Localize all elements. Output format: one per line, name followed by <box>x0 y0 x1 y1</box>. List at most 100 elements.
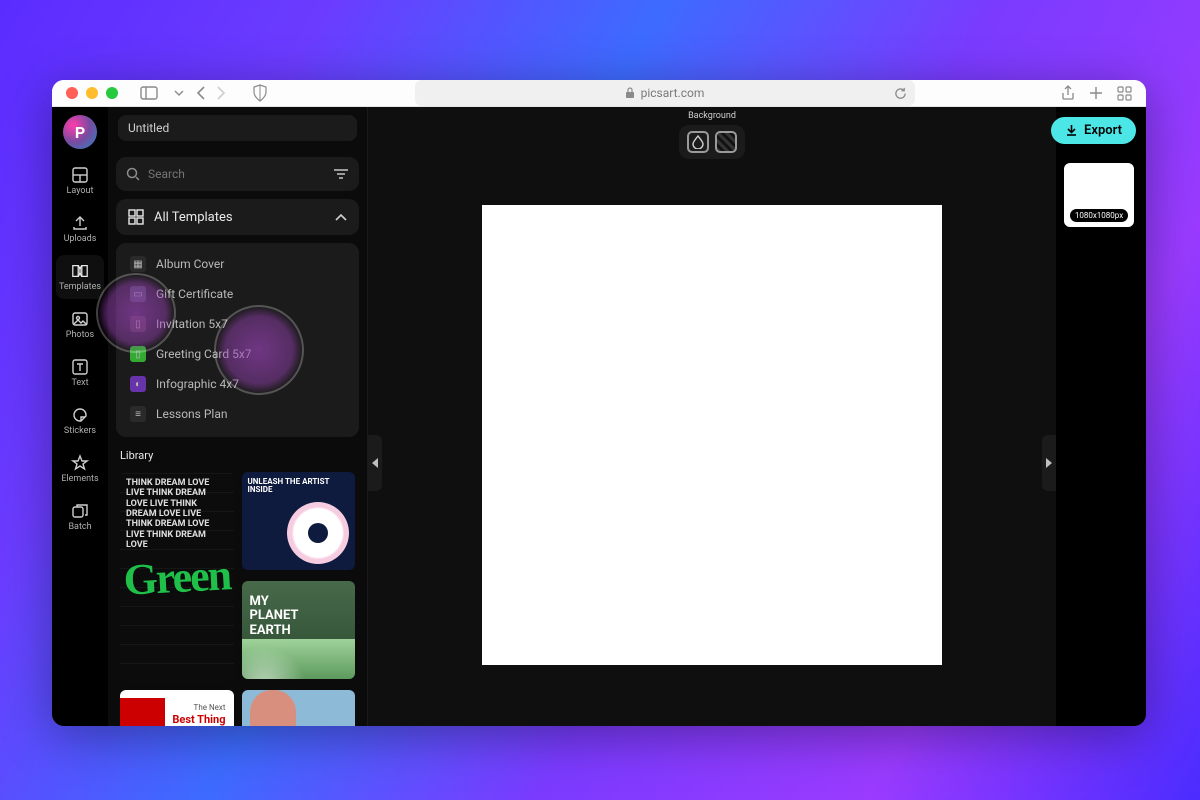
red-band <box>120 698 165 726</box>
nav-back-button[interactable] <box>196 86 206 100</box>
template-thumb[interactable]: The Next Best Thing VISIT OUR SALON <box>120 690 234 726</box>
photos-icon <box>71 310 89 328</box>
rail-elements[interactable]: Elements <box>56 447 104 491</box>
template-thumb[interactable]: NEW SEASON <box>242 690 356 726</box>
thumb-title: Green <box>120 472 234 682</box>
sidebar-toggle-button[interactable] <box>136 82 162 104</box>
download-icon <box>1065 124 1078 137</box>
close-window-button[interactable] <box>66 87 78 99</box>
search-icon <box>126 167 140 181</box>
donut-illustration <box>287 502 349 564</box>
canvas-area: Background <box>368 107 1056 726</box>
minimize-window-button[interactable] <box>86 87 98 99</box>
template-thumb[interactable]: THINK DREAM LOVE LIVE THINK DREAM LOVE L… <box>120 472 234 682</box>
template-categories: ▦ Album Cover ▭ Gift Certificate ▯ Invitati… <box>116 243 359 437</box>
thumb-title: The Next Best Thing <box>172 700 225 726</box>
rail-uploads[interactable]: Uploads <box>56 207 104 251</box>
star-icon <box>71 454 89 472</box>
address-bar-host: picsart.com <box>641 86 705 100</box>
thumb-title: MY PLANET EARTH <box>250 595 299 638</box>
all-templates-toggle[interactable]: All Templates <box>116 199 359 235</box>
layout-icon <box>71 166 89 184</box>
rail-label: Elements <box>61 474 98 484</box>
text-icon <box>71 358 89 376</box>
window-controls <box>66 87 118 99</box>
rail-stickers[interactable]: Stickers <box>56 399 104 443</box>
all-templates-label: All Templates <box>154 210 233 225</box>
rail-label: Templates <box>59 282 101 292</box>
rail-batch[interactable]: Batch <box>56 495 104 539</box>
filter-icon[interactable] <box>333 168 349 180</box>
template-thumb[interactable]: MY PLANET EARTH <box>242 581 356 679</box>
page-thumbnail-canvas <box>1069 168 1129 206</box>
rail-layout[interactable]: Layout <box>56 159 104 203</box>
background-pattern-chip[interactable] <box>715 131 737 153</box>
privacy-shield-icon[interactable] <box>252 84 268 102</box>
grid-icon <box>128 209 144 225</box>
search-input[interactable] <box>148 167 325 181</box>
app-logo[interactable]: P <box>63 115 97 149</box>
template-thumb[interactable]: UNLEASH THE ARTIST INSIDE <box>242 472 356 570</box>
templates-panel: All Templates ▦ Album Cover ▭ Gift Certifi… <box>108 107 368 726</box>
category-label: Gift Certificate <box>156 287 233 301</box>
nav-forward-button[interactable] <box>216 86 226 100</box>
project-title-input[interactable] <box>118 115 357 141</box>
rail-label: Stickers <box>64 426 96 436</box>
maximize-window-button[interactable] <box>106 87 118 99</box>
tool-rail: P Layout Uploads Templates Photos Text <box>52 107 108 726</box>
category-album-cover[interactable]: ▦ Album Cover <box>120 249 355 279</box>
stickers-icon <box>71 406 89 424</box>
page-dimensions: 1080x1080px <box>1070 209 1128 222</box>
library-label: Library <box>116 445 359 462</box>
search-field[interactable] <box>116 157 359 191</box>
rail-label: Text <box>71 378 88 388</box>
category-label: Lessons Plan <box>156 407 228 421</box>
rail-photos[interactable]: Photos <box>56 303 104 347</box>
category-lessons-plan[interactable]: ≡ Lessons Plan <box>120 399 355 429</box>
upload-icon <box>71 214 89 232</box>
rail-text[interactable]: Text <box>56 351 104 395</box>
category-icon: ▭ <box>130 286 146 302</box>
category-gift-certificate[interactable]: ▭ Gift Certificate <box>120 279 355 309</box>
share-icon[interactable] <box>1061 85 1075 101</box>
rail-label: Batch <box>68 522 91 532</box>
browser-titlebar: picsart.com <box>52 80 1146 107</box>
panel-collapse-left[interactable] <box>368 435 382 491</box>
export-button[interactable]: Export <box>1051 117 1136 144</box>
category-label: Invitation 5x7 <box>156 317 228 331</box>
design-canvas[interactable] <box>482 205 942 665</box>
category-label: Infographic 4x7 <box>156 377 239 391</box>
category-greeting-card[interactable]: ▯ Greeting Card 5x7 <box>120 339 355 369</box>
background-color-chip[interactable] <box>687 131 709 153</box>
category-icon: ▯ <box>130 316 146 332</box>
category-label: Greeting Card 5x7 <box>156 347 252 361</box>
grass-illustration <box>242 639 356 679</box>
app-root: P Layout Uploads Templates Photos Text <box>52 107 1146 726</box>
background-label: Background <box>688 111 736 121</box>
rail-label: Uploads <box>64 234 97 244</box>
batch-icon <box>71 502 89 520</box>
refresh-icon[interactable] <box>894 87 907 100</box>
person-illustration <box>250 690 296 726</box>
rail-templates[interactable]: Templates <box>56 255 104 299</box>
drop-icon <box>692 135 704 149</box>
category-infographic[interactable]: ◐ Infographic 4x7 <box>120 369 355 399</box>
chevron-up-icon <box>335 213 347 221</box>
thumb-title: UNLEASH THE ARTIST INSIDE <box>248 478 356 495</box>
category-icon: ≡ <box>130 406 146 422</box>
new-tab-icon[interactable] <box>1089 85 1103 101</box>
template-library: THINK DREAM LOVE LIVE THINK DREAM LOVE L… <box>116 470 359 726</box>
panel-collapse-right[interactable] <box>1042 435 1056 491</box>
page-thumbnail[interactable]: 1080x1080px <box>1064 163 1134 227</box>
category-icon: ▦ <box>130 256 146 272</box>
category-invitation[interactable]: ▯ Invitation 5x7 <box>120 309 355 339</box>
category-icon: ◐ <box>130 376 146 392</box>
lock-icon <box>625 87 635 99</box>
templates-icon <box>71 262 89 280</box>
tabs-overview-icon[interactable] <box>1117 85 1132 101</box>
chevron-down-icon[interactable] <box>174 90 184 96</box>
category-label: Album Cover <box>156 257 224 271</box>
background-control: Background <box>679 111 745 159</box>
address-bar[interactable]: picsart.com <box>415 80 915 106</box>
category-icon: ▯ <box>130 346 146 362</box>
